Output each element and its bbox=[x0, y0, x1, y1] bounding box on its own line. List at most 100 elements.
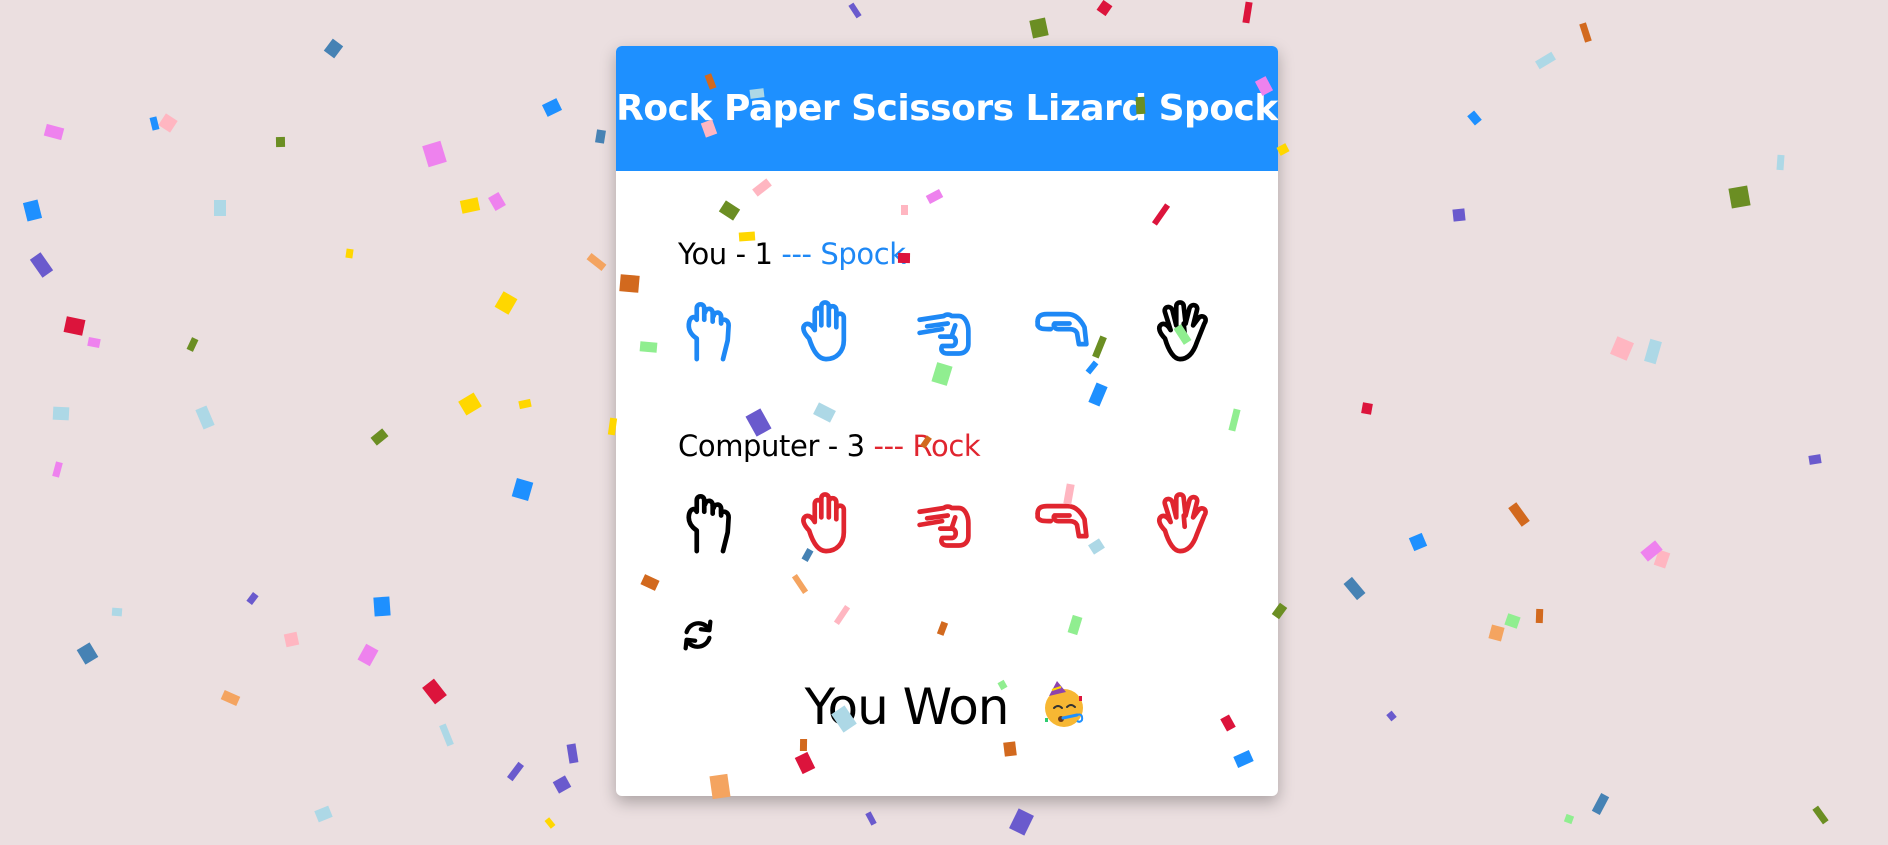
confetti-piece bbox=[1776, 154, 1785, 171]
player-score-line: You - 1 --- Spock bbox=[678, 233, 1216, 275]
confetti-piece bbox=[52, 461, 63, 478]
result-text: You Won bbox=[804, 678, 1010, 736]
confetti-piece bbox=[1488, 624, 1505, 642]
confetti-piece bbox=[373, 596, 391, 617]
confetti-piece bbox=[518, 398, 532, 410]
confetti-piece bbox=[848, 2, 862, 19]
hand-scissors-icon bbox=[917, 312, 971, 356]
hand-spock-icon bbox=[1156, 300, 1208, 362]
game-title: Rock Paper Scissors Lizard Spock bbox=[616, 88, 1278, 129]
partying-face-emoji bbox=[1045, 681, 1084, 727]
hand-spock-icon bbox=[1156, 492, 1208, 554]
player-score-label: You - 1 bbox=[678, 237, 773, 271]
confetti-piece bbox=[1276, 143, 1290, 156]
player-choice-text: --- Spock bbox=[781, 237, 906, 271]
confetti-piece bbox=[494, 291, 518, 315]
confetti-piece bbox=[1579, 22, 1592, 43]
computer-choice-lizard bbox=[1032, 489, 1092, 557]
confetti-piece bbox=[186, 337, 199, 352]
confetti-piece bbox=[29, 252, 54, 278]
confetti-piece bbox=[1808, 454, 1822, 465]
confetti-piece bbox=[1504, 613, 1521, 629]
confetti-piece bbox=[195, 405, 215, 430]
confetti-piece bbox=[458, 392, 482, 416]
confetti-piece bbox=[43, 123, 65, 141]
confetti-piece bbox=[149, 116, 160, 131]
confetti-piece bbox=[370, 428, 389, 446]
confetti-piece bbox=[283, 631, 300, 648]
confetti-piece bbox=[214, 200, 226, 216]
player-choice-scissors[interactable] bbox=[914, 297, 974, 365]
confetti-piece bbox=[566, 743, 579, 764]
confetti-piece bbox=[1096, 0, 1113, 17]
computer-choice-paper bbox=[796, 489, 856, 557]
confetti-piece bbox=[439, 723, 454, 747]
player-choice-paper[interactable] bbox=[796, 297, 856, 365]
confetti-piece bbox=[1408, 532, 1428, 552]
computer-choice-spock bbox=[1150, 489, 1210, 557]
hand-lizard-icon bbox=[1035, 503, 1089, 539]
hand-rock-icon bbox=[686, 493, 731, 554]
hand-scissors-icon bbox=[917, 504, 971, 548]
confetti-piece bbox=[511, 478, 534, 501]
computer-score-label: Computer - 3 bbox=[678, 429, 865, 463]
confetti-piece bbox=[76, 642, 99, 665]
confetti-piece bbox=[422, 678, 447, 705]
confetti-piece bbox=[1508, 502, 1530, 527]
hand-lizard-icon bbox=[1035, 311, 1089, 347]
confetti-piece bbox=[345, 248, 354, 259]
confetti-piece bbox=[52, 406, 70, 421]
confetti-piece bbox=[544, 817, 556, 829]
confetti-piece bbox=[1653, 549, 1671, 569]
confetti-piece bbox=[865, 811, 877, 826]
confetti-piece bbox=[1563, 813, 1575, 825]
reset-button[interactable] bbox=[678, 615, 718, 655]
confetti-piece bbox=[275, 136, 286, 148]
confetti-piece bbox=[488, 192, 506, 211]
confetti-piece bbox=[586, 252, 607, 272]
confetti-piece bbox=[1452, 208, 1466, 222]
confetti-piece bbox=[541, 98, 563, 117]
hand-paper-icon bbox=[801, 300, 847, 362]
confetti-piece bbox=[1009, 808, 1034, 836]
result-message: You Won bbox=[678, 678, 1216, 736]
hand-rock-icon bbox=[686, 301, 731, 362]
confetti-piece bbox=[595, 129, 606, 144]
card-header: Rock Paper Scissors Lizard Spock bbox=[616, 46, 1278, 171]
confetti-piece bbox=[1644, 338, 1662, 365]
confetti-piece bbox=[1029, 17, 1049, 39]
reset-area bbox=[678, 614, 1216, 656]
confetti-piece bbox=[1361, 402, 1373, 415]
confetti-piece bbox=[1640, 540, 1663, 562]
game-card: Rock Paper Scissors Lizard Spock You - 1… bbox=[616, 46, 1278, 796]
computer-choice-scissors bbox=[914, 489, 974, 557]
confetti-piece bbox=[1386, 710, 1397, 722]
computer-choice-rock bbox=[678, 489, 738, 557]
player-choice-spock[interactable] bbox=[1150, 297, 1210, 365]
confetti-piece bbox=[22, 199, 43, 222]
confetti-piece bbox=[220, 689, 241, 707]
confetti-piece bbox=[1242, 1, 1253, 24]
hand-paper-icon bbox=[801, 492, 847, 554]
confetti-piece bbox=[1535, 51, 1556, 70]
confetti-piece bbox=[506, 761, 525, 782]
refresh-icon bbox=[683, 619, 713, 651]
confetti-piece bbox=[1467, 110, 1482, 126]
player-section: You - 1 --- Spock bbox=[678, 233, 1216, 367]
confetti-piece bbox=[1535, 608, 1544, 624]
card-body: You - 1 --- Spock Computer - 3 --- Rock bbox=[616, 171, 1278, 736]
confetti-piece bbox=[1610, 336, 1634, 361]
computer-choices bbox=[678, 487, 1216, 559]
player-choice-lizard[interactable] bbox=[1032, 297, 1092, 365]
confetti-piece bbox=[158, 113, 178, 133]
confetti-piece bbox=[111, 607, 123, 617]
confetti-piece bbox=[357, 643, 379, 667]
confetti-piece bbox=[246, 592, 259, 605]
player-choice-rock[interactable] bbox=[678, 297, 738, 365]
confetti-piece bbox=[63, 316, 86, 336]
computer-score-line: Computer - 3 --- Rock bbox=[678, 425, 1216, 467]
confetti-piece bbox=[1812, 805, 1829, 825]
confetti-piece bbox=[422, 140, 447, 168]
confetti-piece bbox=[1343, 576, 1366, 601]
confetti-piece bbox=[323, 38, 344, 59]
